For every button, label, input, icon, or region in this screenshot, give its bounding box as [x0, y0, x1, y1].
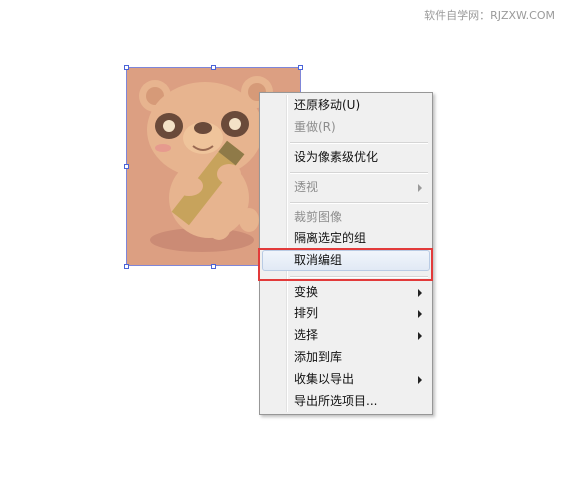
menu-item-label: 变换 [294, 285, 319, 299]
menu-item-label: 收集以导出 [294, 372, 355, 386]
menu-item-arrange[interactable]: 排列 [262, 303, 430, 324]
resize-handle-top-right[interactable] [298, 65, 303, 70]
resize-handle-left[interactable] [124, 164, 129, 169]
submenu-arrow-icon [418, 289, 422, 297]
menu-item-label: 排列 [294, 306, 319, 320]
menu-item-redo[interactable]: 重做(R) [262, 117, 430, 138]
menu-item-label: 重做(R) [294, 120, 336, 134]
menu-separator [290, 172, 428, 174]
menu-item-label: 隔离选定的组 [294, 231, 367, 245]
submenu-arrow-icon [418, 184, 422, 192]
red-highlight-annotation [258, 248, 433, 281]
menu-separator [290, 202, 428, 204]
menu-item-label: 还原移动(U) [294, 98, 361, 112]
menu-item-isolate-group[interactable]: 隔离选定的组 [262, 228, 430, 249]
resize-handle-top[interactable] [211, 65, 216, 70]
menu-item-label: 裁剪图像 [294, 210, 343, 224]
menu-item-label: 透视 [294, 180, 319, 194]
menu-item-label: 设为像素级优化 [294, 150, 379, 164]
menu-item-undo-move[interactable]: 还原移动(U) [262, 95, 430, 116]
resize-handle-bottom[interactable] [211, 264, 216, 269]
submenu-arrow-icon [418, 376, 422, 384]
menu-item-select[interactable]: 选择 [262, 325, 430, 346]
resize-handle-top-left[interactable] [124, 65, 129, 70]
menu-item-export-selection[interactable]: 导出所选项目... [262, 391, 430, 412]
menu-item-label: 选择 [294, 328, 319, 342]
menu-item-transform[interactable]: 变换 [262, 282, 430, 303]
menu-item-label: 添加到库 [294, 350, 343, 364]
menu-item-pixel-optimize[interactable]: 设为像素级优化 [262, 147, 430, 168]
menu-item-add-to-library[interactable]: 添加到库 [262, 347, 430, 368]
menu-item-collect-for-export[interactable]: 收集以导出 [262, 369, 430, 390]
menu-item-perspective[interactable]: 透视 [262, 177, 430, 198]
menu-item-label: 导出所选项目... [294, 394, 378, 408]
submenu-arrow-icon [418, 332, 422, 340]
watermark-text: 软件自学网：RJZXW.COM [424, 9, 555, 22]
menu-separator [290, 142, 428, 144]
menu-item-crop-image[interactable]: 裁剪图像 [262, 207, 430, 228]
submenu-arrow-icon [418, 310, 422, 318]
resize-handle-bottom-left[interactable] [124, 264, 129, 269]
